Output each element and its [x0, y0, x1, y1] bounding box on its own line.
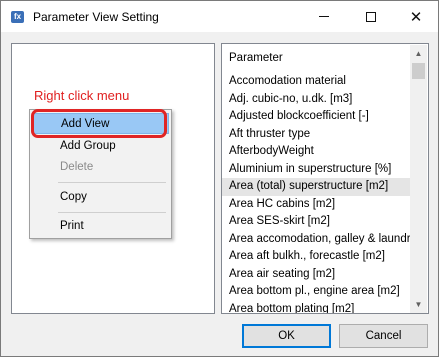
list-item-selected[interactable]: Area (total) superstructure [m2]: [222, 178, 410, 196]
list-item[interactable]: Area bottom pl., engine area [m2]: [222, 283, 410, 301]
minimize-button[interactable]: [302, 1, 346, 32]
cancel-button[interactable]: Cancel: [339, 324, 428, 348]
scroll-thumb[interactable]: [412, 63, 425, 79]
menu-item-add-group[interactable]: Add Group: [33, 136, 169, 157]
list-item[interactable]: Accomodation material: [222, 73, 410, 91]
list-item[interactable]: Area aft bulkh., forecastle [m2]: [222, 248, 410, 266]
list-item[interactable]: Area HC cabins [m2]: [222, 196, 410, 214]
scroll-up-icon[interactable]: ▲: [410, 45, 427, 62]
parameter-list[interactable]: Accomodation material Adj. cubic-no, u.d…: [222, 73, 410, 313]
list-item[interactable]: Aft thruster type: [222, 126, 410, 144]
list-header: Parameter: [229, 52, 283, 64]
maximize-icon: [366, 11, 376, 22]
app-icon: fx: [11, 11, 24, 23]
menu-separator: [58, 182, 166, 183]
dialog-window: fx Parameter View Setting ✕ Right click …: [0, 0, 439, 357]
window-title: Parameter View Setting: [33, 10, 159, 24]
list-item[interactable]: Area bottom plating [m2]: [222, 301, 410, 314]
menu-separator: [58, 212, 166, 213]
close-icon: ✕: [409, 8, 423, 26]
menu-item-copy[interactable]: Copy: [33, 187, 169, 208]
list-item[interactable]: Area accomodation, galley & laundry [: [222, 231, 410, 249]
title-bar[interactable]: fx Parameter View Setting ✕: [1, 1, 438, 32]
maximize-button[interactable]: [349, 1, 393, 32]
close-button[interactable]: ✕: [394, 1, 438, 32]
menu-item-print[interactable]: Print: [33, 216, 169, 237]
annotation-label: Right click menu: [34, 88, 130, 103]
vertical-scrollbar[interactable]: ▲ ▼: [410, 45, 427, 313]
minimize-icon: [319, 16, 329, 17]
ok-button[interactable]: OK: [242, 324, 331, 348]
annotation-highlight-box: [31, 109, 167, 138]
menu-item-delete: Delete: [60, 161, 94, 173]
list-item[interactable]: Area SES-skirt [m2]: [222, 213, 410, 231]
list-item[interactable]: Aluminium in superstructure [%]: [222, 161, 410, 179]
scroll-down-icon[interactable]: ▼: [410, 296, 427, 313]
list-item[interactable]: Adj. cubic-no, u.dk. [m3]: [222, 91, 410, 109]
list-item[interactable]: Adjusted blockcoefficient [-]: [222, 108, 410, 126]
parameter-list-pane[interactable]: Parameter Accomodation material Adj. cub…: [221, 43, 429, 314]
list-item[interactable]: AfterbodyWeight: [222, 143, 410, 161]
list-item[interactable]: Area air seating [m2]: [222, 266, 410, 284]
